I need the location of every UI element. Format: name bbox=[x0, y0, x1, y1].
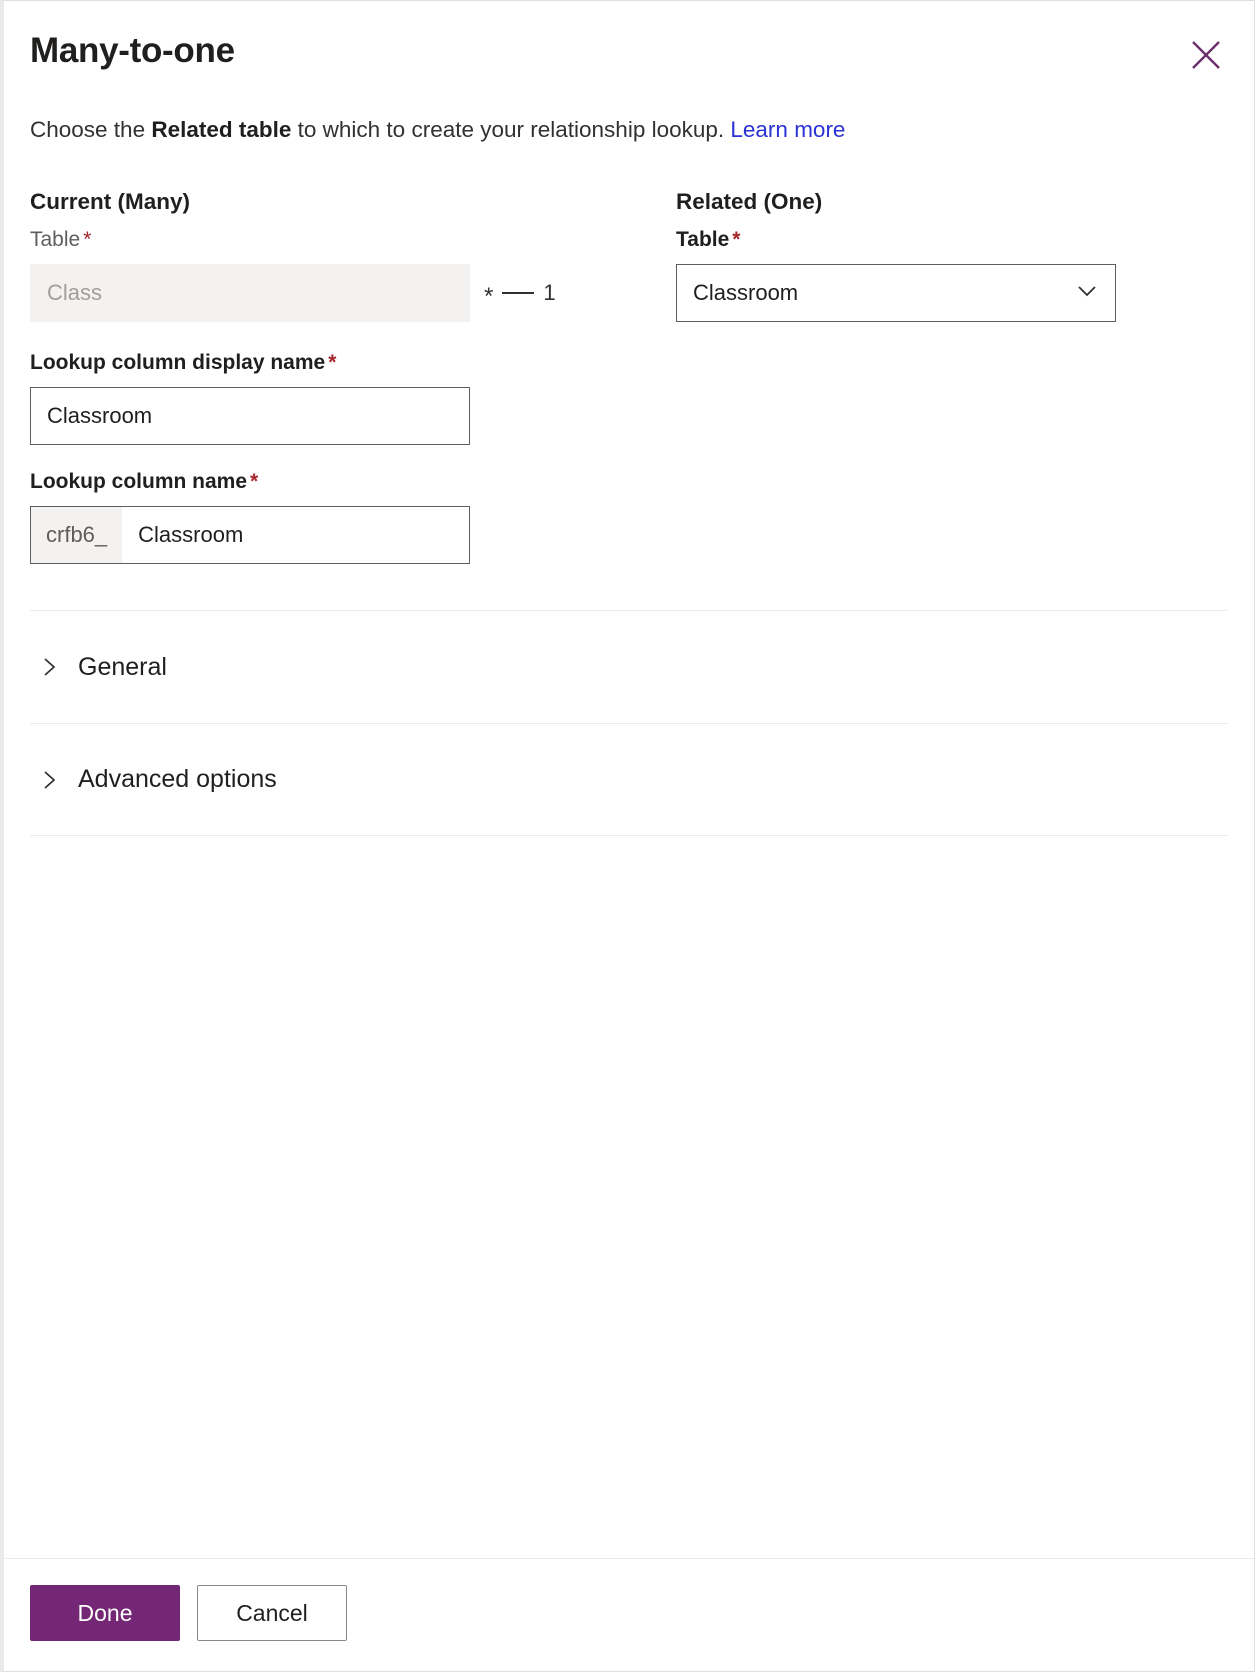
page-title: Many-to-one bbox=[30, 31, 235, 70]
description-bold: Related table bbox=[151, 117, 292, 143]
section-general-label: General bbox=[78, 652, 167, 681]
cardinality-many: * bbox=[484, 282, 494, 310]
current-table-input: Class bbox=[30, 263, 470, 322]
section-advanced-options-label: Advanced options bbox=[78, 765, 277, 794]
dialog-body: Current (Many) Table * Class * 1 Related … bbox=[4, 146, 1254, 1558]
chevron-right-icon bbox=[32, 654, 66, 680]
required-asterisk: * bbox=[83, 227, 92, 251]
current-table-label: Table * bbox=[30, 227, 575, 252]
required-asterisk: * bbox=[732, 227, 741, 251]
done-button[interactable]: Done bbox=[30, 1585, 180, 1641]
related-table-dropdown[interactable]: Classroom bbox=[676, 263, 1116, 322]
tables-section: Current (Many) Table * Class * 1 Related … bbox=[30, 188, 1228, 322]
required-asterisk: * bbox=[250, 470, 259, 493]
cardinality-dash bbox=[502, 291, 535, 294]
dialog-footer: Done Cancel bbox=[4, 1558, 1254, 1671]
required-asterisk: * bbox=[328, 350, 337, 374]
close-button[interactable] bbox=[1180, 29, 1232, 81]
lookup-name-prefix: crfb6_ bbox=[31, 507, 123, 564]
lookup-name-input-group: crfb6_ Classroom bbox=[30, 506, 470, 565]
cardinality-indicator: * 1 bbox=[484, 264, 556, 322]
learn-more-link[interactable]: Learn more bbox=[730, 117, 845, 142]
lookup-display-name-field: Lookup column display name * Classroom bbox=[30, 350, 1228, 445]
chevron-down-icon bbox=[1073, 276, 1101, 310]
lookup-display-name-label: Lookup column display name * bbox=[30, 350, 1228, 375]
related-group-title: Related (One) bbox=[676, 188, 823, 214]
related-table-value: Classroom bbox=[693, 279, 799, 305]
current-group-title: Current (Many) bbox=[30, 188, 191, 214]
cancel-button[interactable]: Cancel bbox=[197, 1585, 347, 1641]
description-prefix: Choose the bbox=[30, 117, 152, 143]
lookup-display-name-label-text: Lookup column display name bbox=[30, 350, 326, 374]
related-table-label: Table * bbox=[676, 227, 1116, 252]
current-table-row: Class * 1 bbox=[30, 263, 575, 322]
many-to-one-dialog: Many-to-one Choose the Related table to … bbox=[0, 0, 1255, 1672]
accordion-sections: General Advanced options bbox=[30, 610, 1228, 837]
lookup-name-field: Lookup column name * crfb6_ Classroom bbox=[30, 469, 1228, 565]
close-icon bbox=[1189, 38, 1223, 72]
section-general[interactable]: General bbox=[30, 610, 1228, 723]
dialog-header: Many-to-one Choose the Related table to … bbox=[4, 1, 1254, 146]
current-table-label-text: Table bbox=[30, 227, 81, 251]
description-suffix: to which to create your relationship loo… bbox=[291, 117, 731, 143]
lookup-name-label-text: Lookup column name bbox=[30, 470, 248, 493]
chevron-right-icon bbox=[32, 767, 66, 793]
related-one-column: Related (One) Table * Classroom bbox=[676, 188, 1116, 322]
dialog-description: Choose the Related table to which to cre… bbox=[30, 115, 1224, 145]
lookup-name-input[interactable]: Classroom bbox=[122, 507, 469, 563]
cardinality-one: 1 bbox=[543, 279, 556, 305]
lookup-display-name-input[interactable]: Classroom bbox=[30, 387, 470, 445]
lookup-name-label: Lookup column name * bbox=[30, 469, 1228, 494]
section-advanced-options[interactable]: Advanced options bbox=[30, 723, 1228, 837]
related-table-label-text: Table bbox=[676, 227, 730, 251]
current-many-column: Current (Many) Table * Class * 1 bbox=[30, 188, 575, 322]
